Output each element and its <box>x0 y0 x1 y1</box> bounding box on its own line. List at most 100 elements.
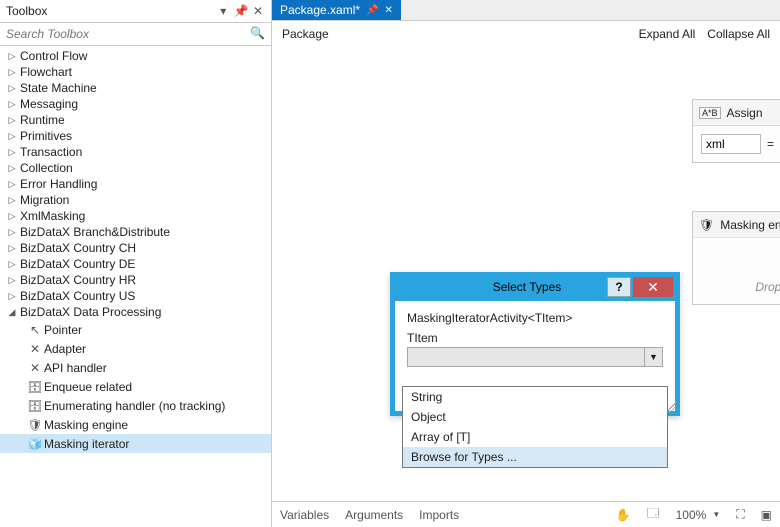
category-label: Messaging <box>18 97 78 111</box>
item-label: API handler <box>44 361 107 375</box>
collapse-all-button[interactable]: Collapse All <box>707 27 770 41</box>
caret-icon: ▷ <box>6 195 18 206</box>
drop-arrow-icon: ▽ <box>701 256 780 270</box>
assign-title: Assign <box>727 106 763 120</box>
designer-header: Package Expand All Collapse All <box>272 21 780 47</box>
imports-button[interactable]: Imports <box>419 508 459 522</box>
category-label: BizDataX Country HR <box>18 273 136 287</box>
category-label: XmlMasking <box>18 209 85 223</box>
tab-strip: Package.xaml* 📌 ✕ <box>272 0 780 21</box>
item-label: Masking engine <box>44 418 128 432</box>
caret-icon: ▷ <box>6 291 18 302</box>
caret-icon: ◢ <box>6 307 18 318</box>
arguments-button[interactable]: Arguments <box>345 508 403 522</box>
tree-item-pointer[interactable]: ↖Pointer <box>0 320 271 339</box>
breadcrumb[interactable]: Package <box>282 27 627 41</box>
zoom-control[interactable]: 100% ▼ <box>676 508 721 522</box>
tree-category[interactable]: ▷Primitives <box>0 128 271 144</box>
dropdown-option[interactable]: Array of [T] <box>403 427 667 447</box>
pin-icon[interactable]: 📌 <box>234 4 248 18</box>
category-label: Migration <box>18 193 69 207</box>
toolbox-title: Toolbox <box>6 4 216 18</box>
tree-category[interactable]: ◢BizDataX Data Processing <box>0 304 271 320</box>
fit-to-screen-icon[interactable]: ⛶ <box>736 507 744 522</box>
search-icon[interactable]: 🔍 <box>250 26 265 40</box>
tree-item-iterator[interactable]: 🧊Masking iterator <box>0 434 271 453</box>
search-input[interactable] <box>0 23 271 45</box>
tree-category[interactable]: ▷Messaging <box>0 96 271 112</box>
caret-icon: ▷ <box>6 131 18 142</box>
tree-category[interactable]: ▷BizDataX Country HR <box>0 272 271 288</box>
tree-category[interactable]: ▷Error Handling <box>0 176 271 192</box>
tree-category[interactable]: ▷BizDataX Country DE <box>0 256 271 272</box>
dialog-close-button[interactable]: ✕ <box>633 277 673 297</box>
help-button[interactable]: ? <box>607 277 631 297</box>
caret-icon: ▷ <box>6 259 18 270</box>
chevron-down-icon[interactable]: ▼ <box>644 348 662 366</box>
assign-activity[interactable]: A*B Assign ︽ = <box>692 99 780 163</box>
tree-category[interactable]: ▷Control Flow <box>0 48 271 64</box>
toolbox-tree[interactable]: ▷Control Flow▷Flowchart▷State Machine▷Me… <box>0 46 271 527</box>
caret-icon: ▷ <box>6 243 18 254</box>
param-label: TItem <box>407 331 663 345</box>
toolbox-panel: Toolbox ▾ 📌 ✕ 🔍 ▷Control Flow▷Flowchart▷… <box>0 0 272 527</box>
category-label: Transaction <box>18 145 82 159</box>
chevron-down-icon[interactable]: ▼ <box>712 510 720 519</box>
dialog-titlebar[interactable]: Select Types ? ✕ <box>391 273 679 301</box>
type-dropdown-list[interactable]: StringObjectArray of [T]Browse for Types… <box>402 386 668 468</box>
masking-title: Masking engine <box>720 218 780 232</box>
masking-engine-activity[interactable]: 🛡 Masking engine ⚠ ︽ ▽ Drop activity her… <box>692 211 780 305</box>
tree-category[interactable]: ▷BizDataX Branch&Distribute <box>0 224 271 240</box>
tree-category[interactable]: ▷BizDataX Country US <box>0 288 271 304</box>
dropdown-option[interactable]: Object <box>403 407 667 427</box>
engine-icon: 🛡 <box>26 418 44 432</box>
dialog-title: Select Types <box>397 280 607 294</box>
dropdown-option[interactable]: String <box>403 387 667 407</box>
tree-category[interactable]: ▷Collection <box>0 160 271 176</box>
tree-item-engine[interactable]: 🛡Masking engine <box>0 415 271 434</box>
tab-pin-icon[interactable]: 📌 <box>366 5 378 16</box>
toolbox-search: 🔍 <box>0 23 271 46</box>
minimap-icon[interactable]: 🗔 <box>647 504 660 525</box>
masking-body[interactable]: ▽ Drop activity here <box>693 238 780 304</box>
tree-category[interactable]: ▷Runtime <box>0 112 271 128</box>
caret-icon: ▷ <box>6 227 18 238</box>
tree-category[interactable]: ▷State Machine <box>0 80 271 96</box>
tab-close-icon[interactable]: ✕ <box>385 5 393 16</box>
adapter-icon: ✕ <box>26 342 44 356</box>
item-label: Pointer <box>44 323 82 337</box>
api-icon: ✕ <box>26 361 44 375</box>
assign-target-input[interactable] <box>701 134 761 154</box>
assign-header[interactable]: A*B Assign ︽ <box>693 100 780 126</box>
pointer-icon: ↖ <box>26 323 44 337</box>
tree-category[interactable]: ▷Transaction <box>0 144 271 160</box>
tree-category[interactable]: ▷Migration <box>0 192 271 208</box>
category-label: BizDataX Country DE <box>18 257 135 271</box>
tree-category[interactable]: ▷XmlMasking <box>0 208 271 224</box>
caret-icon: ▷ <box>6 163 18 174</box>
tree-category[interactable]: ▷BizDataX Country CH <box>0 240 271 256</box>
caret-icon: ▷ <box>6 147 18 158</box>
overview-icon[interactable]: ▣ <box>761 508 772 522</box>
pan-icon[interactable]: ✋ <box>616 508 631 522</box>
tree-category[interactable]: ▷Flowchart <box>0 64 271 80</box>
masking-header[interactable]: 🛡 Masking engine ⚠ ︽ <box>693 212 780 238</box>
category-label: State Machine <box>18 81 97 95</box>
toolbox-menu-icon[interactable]: ▾ <box>216 4 230 18</box>
zoom-value: 100% <box>676 508 707 522</box>
expand-all-button[interactable]: Expand All <box>639 27 696 41</box>
variables-button[interactable]: Variables <box>280 508 329 522</box>
item-label: Adapter <box>44 342 86 356</box>
tree-item-enum[interactable]: 🗄Enumerating handler (no tracking) <box>0 396 271 415</box>
assign-icon: A*B <box>699 107 721 119</box>
close-icon[interactable]: ✕ <box>251 4 265 18</box>
category-label: Runtime <box>18 113 65 127</box>
caret-icon: ▷ <box>6 51 18 62</box>
type-combobox[interactable]: ▼ <box>407 347 663 367</box>
tree-item-api[interactable]: ✕API handler <box>0 358 271 377</box>
tree-item-enqueue[interactable]: 🗄Enqueue related <box>0 377 271 396</box>
tab-package[interactable]: Package.xaml* 📌 ✕ <box>272 0 401 20</box>
tree-item-adapter[interactable]: ✕Adapter <box>0 339 271 358</box>
masking-icon: 🛡 <box>699 218 714 232</box>
dropdown-option[interactable]: Browse for Types ... <box>403 447 667 467</box>
